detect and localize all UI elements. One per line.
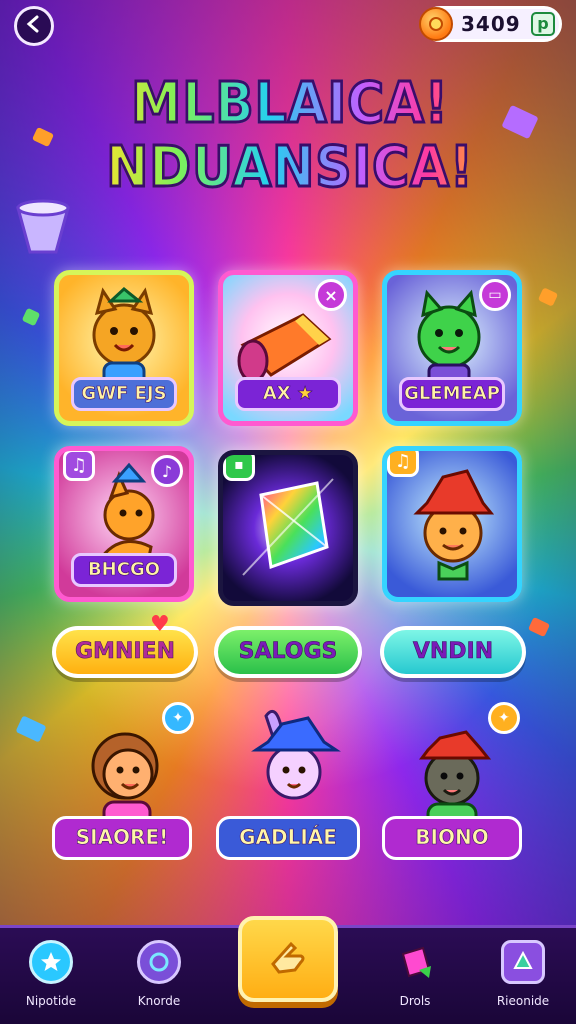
- music-note-icon[interactable]: ♫: [387, 451, 419, 477]
- title-line-1: MLBLAICA!: [92, 70, 488, 137]
- music-note-badge-icon[interactable]: ♪: [151, 455, 183, 487]
- coin-balance: 3409: [461, 12, 521, 36]
- nav-label: Rieonide: [496, 994, 550, 1008]
- nav-item-rieonide[interactable]: Rieonide: [478, 940, 568, 1008]
- card-hat-character[interactable]: ♫: [382, 446, 522, 602]
- character-siaore[interactable]: [70, 718, 180, 830]
- card-rainbow-gem[interactable]: ▪: [218, 450, 358, 606]
- music-note-icon[interactable]: ♫: [63, 451, 95, 481]
- nav-label: Nipotide: [25, 994, 77, 1008]
- salogs-button[interactable]: SALOGS: [214, 626, 362, 678]
- character-gadliae[interactable]: [236, 706, 346, 816]
- top-bar: 3409 p: [0, 0, 576, 50]
- arrow-left-icon: [24, 14, 44, 38]
- add-coins-button[interactable]: p: [531, 12, 555, 36]
- cup-decoration: [12, 196, 74, 258]
- back-button[interactable]: [14, 6, 54, 46]
- card-ax[interactable]: × AX ★: [218, 270, 358, 426]
- heart-icon: ♥: [150, 612, 170, 637]
- nav-item-knorde[interactable]: Knorde: [114, 940, 204, 1008]
- card-bhcgo[interactable]: ♫ ♪ BHCGO: [54, 446, 194, 602]
- hand-point-icon: [265, 934, 311, 984]
- nav-item-drols[interactable]: Drols: [370, 940, 460, 1008]
- nav-item-nipotide[interactable]: Nipotide: [6, 940, 96, 1008]
- name-tag-biono[interactable]: BIONO: [382, 816, 522, 860]
- card-label: BHCGO: [71, 553, 177, 587]
- star-icon: ★: [296, 383, 314, 405]
- vndin-button[interactable]: VNDIN: [380, 626, 526, 678]
- gmnien-button[interactable]: GMNIEN: [52, 626, 198, 678]
- card-label-ax: AX ★: [235, 377, 341, 411]
- sparkle-badge-icon[interactable]: ✦: [488, 702, 520, 734]
- card-glemeap[interactable]: ▭ GLEMEAP: [382, 270, 522, 426]
- coin-balance-pill[interactable]: 3409 p: [419, 6, 562, 42]
- nav-label: Knorde: [137, 994, 181, 1008]
- coin-icon: [419, 7, 453, 41]
- gem-icon: [393, 940, 437, 984]
- ring-icon: [137, 940, 181, 984]
- bottom-navigation: Nipotide Knorde Drols Rieonide: [0, 916, 576, 1024]
- title-line-2: NDUANSICA!: [92, 134, 488, 201]
- close-badge-icon[interactable]: ×: [315, 279, 347, 311]
- shield-icon: [501, 940, 545, 984]
- name-tag-siaore[interactable]: SIAORE!: [52, 816, 192, 860]
- card-label: GWF EJS: [71, 377, 177, 411]
- green-gem-badge-icon[interactable]: ▪: [223, 455, 255, 481]
- card-gwf-ejs[interactable]: GWF EJS: [54, 270, 194, 426]
- card-label: GLEMEAP: [399, 377, 505, 411]
- game-title: MLBLAICA! NDUANSICA!: [70, 70, 510, 201]
- name-tag-gadliae[interactable]: GADLIÁE: [216, 816, 360, 860]
- sparkle-badge-icon[interactable]: ✦: [162, 702, 194, 734]
- card-badge-icon[interactable]: ▭: [479, 279, 511, 311]
- play-button[interactable]: [238, 916, 338, 1002]
- nav-label: Drols: [399, 994, 431, 1008]
- star-icon: [29, 940, 73, 984]
